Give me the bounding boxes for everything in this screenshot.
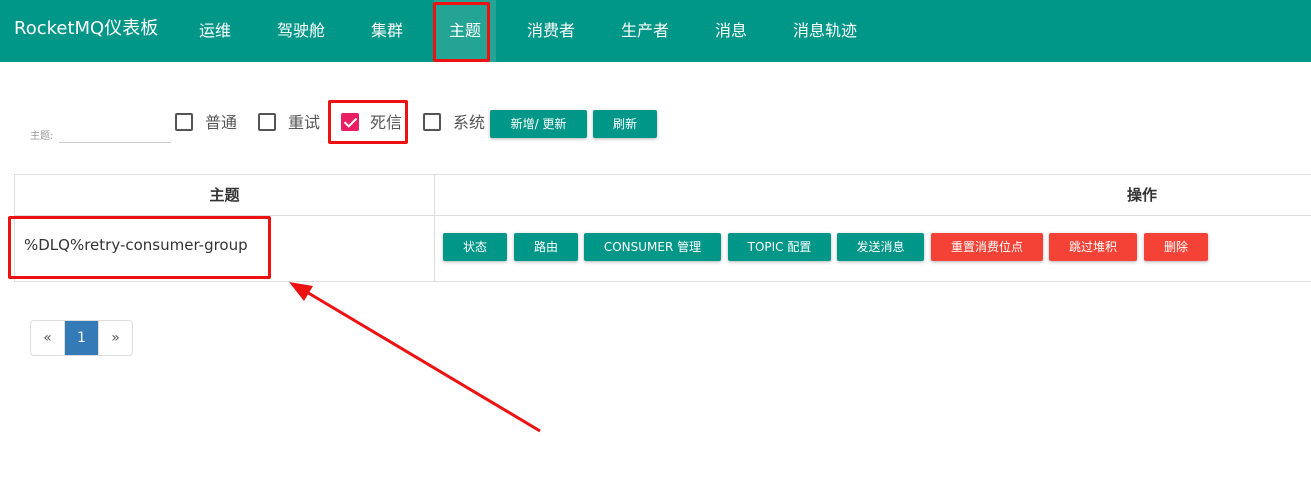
nav-item-topic[interactable]: 主题 xyxy=(434,0,496,62)
nav-item-label: 集群 xyxy=(370,21,403,40)
topic-filter-label: 主题: xyxy=(30,131,54,142)
delete-button[interactable]: 删除 xyxy=(1144,233,1208,261)
nav-item-label: 消费者 xyxy=(526,21,575,40)
topic-config-button[interactable]: TOPIC 配置 xyxy=(728,233,831,261)
checkbox-system[interactable] xyxy=(423,113,441,131)
page-prev-button[interactable]: « xyxy=(31,321,64,355)
nav-item-message[interactable]: 消息 xyxy=(702,0,760,62)
checkbox-dlq-label[interactable]: 死信 xyxy=(370,112,402,134)
pagination: « 1 » xyxy=(30,320,133,356)
consumer-manage-button[interactable]: CONSUMER 管理 xyxy=(584,233,721,261)
skip-accumulate-button[interactable]: 跳过堆积 xyxy=(1049,233,1137,261)
topic-name-cell: %DLQ%retry-consumer-group xyxy=(24,236,248,254)
nav-item-label: 主题 xyxy=(448,21,481,40)
topic-filter-input[interactable] xyxy=(59,122,171,143)
refresh-button[interactable]: 刷新 xyxy=(593,110,657,138)
checkbox-retry-label[interactable]: 重试 xyxy=(288,112,320,134)
annotation-arrow-shaft xyxy=(299,286,541,433)
add-update-button[interactable]: 新增/ 更新 xyxy=(490,110,587,138)
checkbox-retry[interactable] xyxy=(258,113,276,131)
route-button[interactable]: 路由 xyxy=(514,233,578,261)
nav-item-message-trace[interactable]: 消息轨迹 xyxy=(780,0,870,62)
nav-item-cluster[interactable]: 集群 xyxy=(358,0,416,62)
topic-table: 主题 操作 %DLQ%retry-consumer-group xyxy=(14,174,1311,282)
header-divider xyxy=(15,215,1311,216)
nav-item-ops[interactable]: 运维 xyxy=(186,0,244,62)
top-navbar: RocketMQ仪表板 运维 驾驶舱 集群 主题 消费者 生产者 消息 消息轨迹 xyxy=(0,0,1311,62)
app-brand[interactable]: RocketMQ仪表板 xyxy=(14,17,158,41)
nav-item-label: 消息轨迹 xyxy=(792,21,857,40)
checkbox-dlq[interactable] xyxy=(341,113,359,131)
nav-item-label: 消息 xyxy=(714,21,747,40)
column-header-topic: 主题 xyxy=(209,186,240,204)
nav-item-consumer[interactable]: 消费者 xyxy=(514,0,588,62)
nav-item-label: 运维 xyxy=(198,21,231,40)
send-message-button[interactable]: 发送消息 xyxy=(837,233,924,261)
nav-item-label: 驾驶舱 xyxy=(276,21,325,40)
annotation-arrow-head xyxy=(289,282,313,301)
page-1-button[interactable]: 1 xyxy=(64,321,98,355)
reset-offset-button[interactable]: 重置消费位点 xyxy=(931,233,1043,261)
checkbox-normal[interactable] xyxy=(175,113,193,131)
nav-item-cockpit[interactable]: 驾驶舱 xyxy=(264,0,338,62)
checkbox-normal-label[interactable]: 普通 xyxy=(205,112,237,134)
checkbox-system-label[interactable]: 系统 xyxy=(453,112,485,134)
nav-item-label: 生产者 xyxy=(620,21,669,40)
column-header-operation: 操作 xyxy=(1126,186,1157,204)
column-divider xyxy=(434,175,435,281)
status-button[interactable]: 状态 xyxy=(443,233,507,261)
page-next-button[interactable]: » xyxy=(98,321,132,355)
nav-item-producer[interactable]: 生产者 xyxy=(608,0,682,62)
